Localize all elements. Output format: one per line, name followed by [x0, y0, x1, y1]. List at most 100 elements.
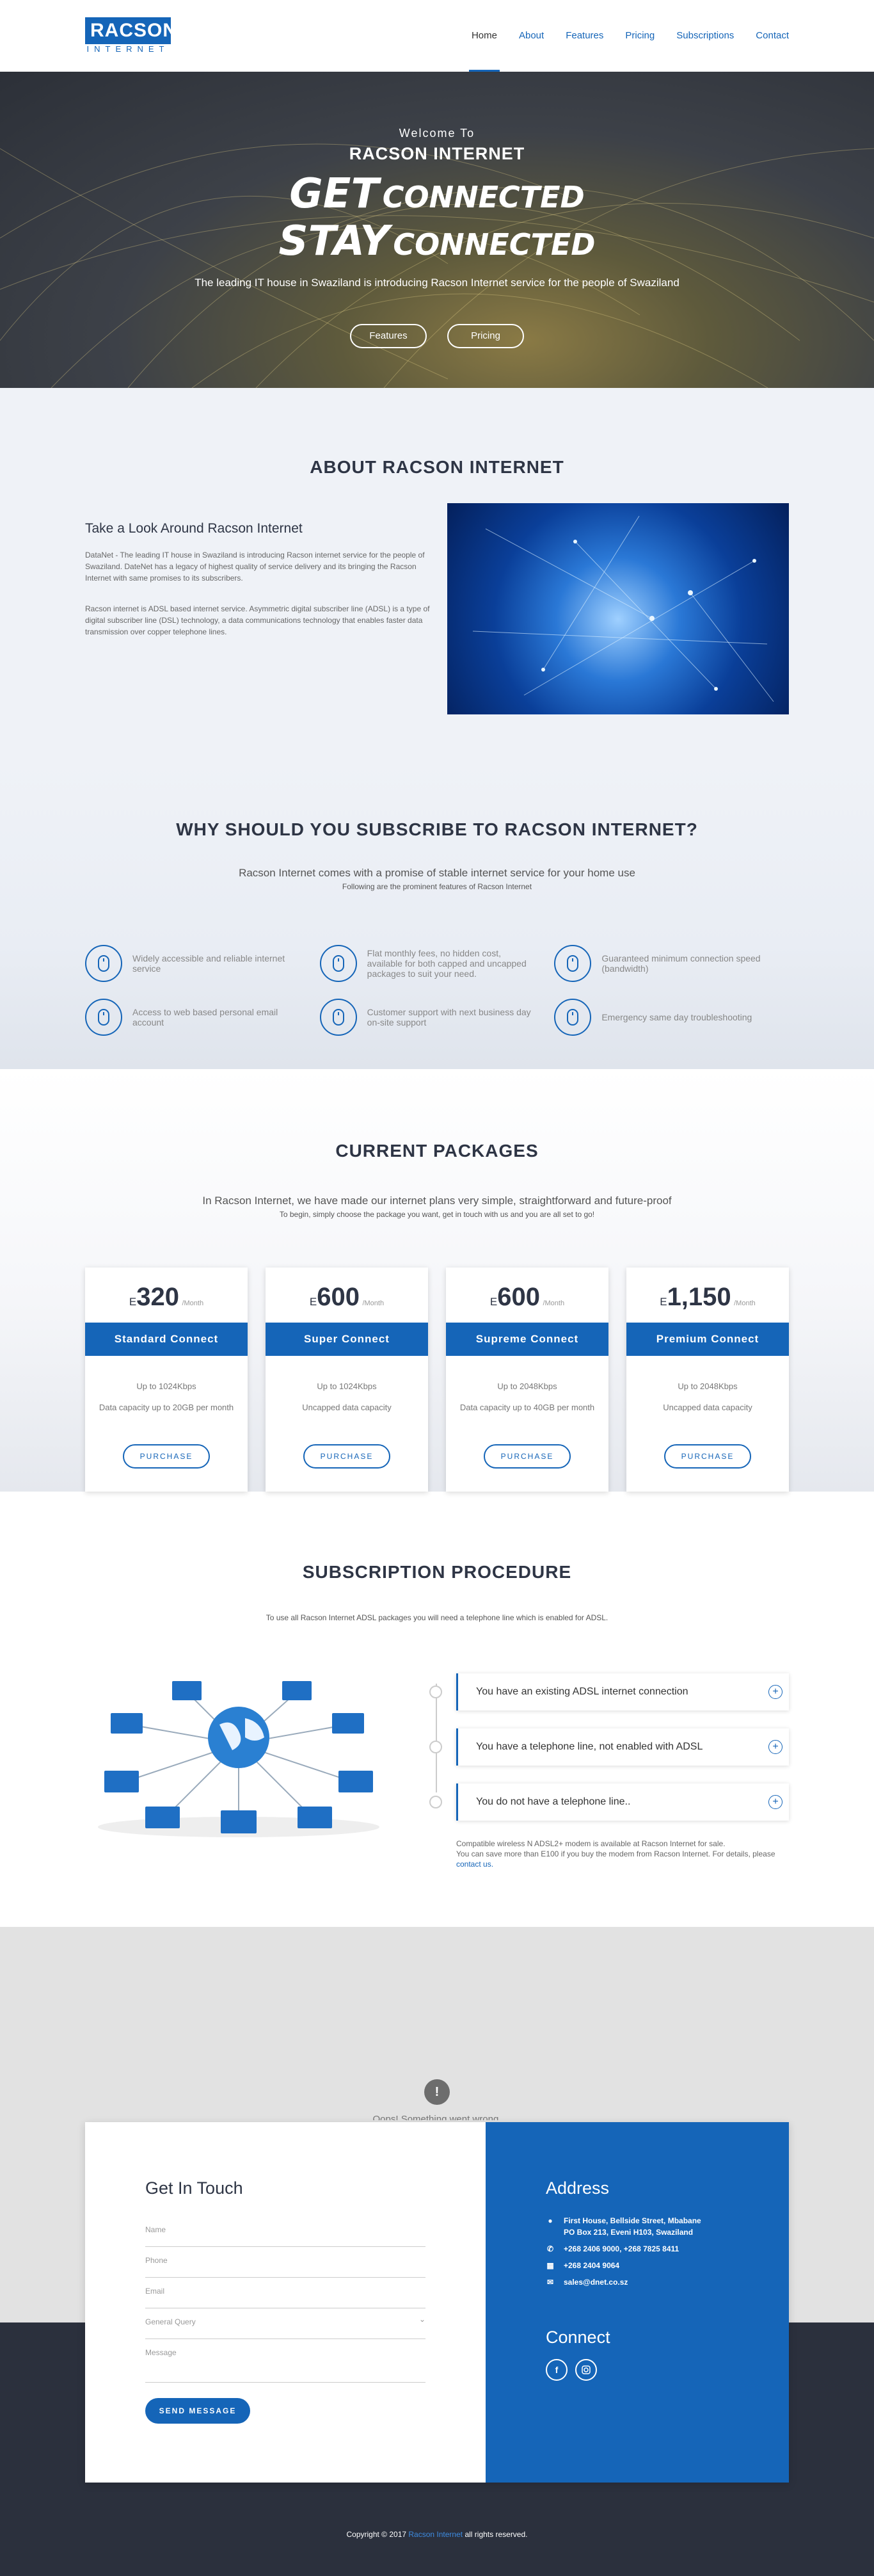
slogan-stay: STAY — [278, 218, 390, 265]
hero-section: Welcome To RACSON INTERNET GET CONNECTED… — [0, 72, 874, 388]
why-title: WHY SHOULD YOU SUBSCRIBE TO RACSON INTER… — [176, 819, 698, 839]
logo-subtext: INTERNET — [86, 44, 170, 54]
subscription-subtitle: To use all Racson Internet ADSL packages… — [266, 1613, 608, 1622]
price-amount: 1,150 — [667, 1283, 731, 1311]
about-heading: Take a Look Around Racson Internet — [85, 521, 303, 536]
plus-icon[interactable]: + — [768, 1740, 783, 1754]
send-message-button[interactable]: SEND MESSAGE — [145, 2398, 250, 2424]
package-name: Standard Connect — [85, 1323, 248, 1356]
purchase-button[interactable]: PURCHASE — [484, 1444, 571, 1469]
hero-brand: RACSON INTERNET — [349, 144, 525, 163]
nav-home[interactable]: Home — [468, 0, 500, 72]
about-title: ABOUT RACSON INTERNET — [310, 457, 564, 477]
alert-message: Oops! Something went wrong. — [372, 2114, 502, 2120]
logo[interactable]: RACSON INTERNET — [85, 17, 177, 54]
purchase-button[interactable]: PURCHASE — [303, 1444, 390, 1469]
fax-number: +268 2404 9064 — [564, 2261, 620, 2270]
address-line-2: PO Box 213, Eveni H103, Swaziland — [564, 2228, 694, 2237]
price-amount: 600 — [497, 1283, 540, 1311]
purchase-button[interactable]: PURCHASE — [123, 1444, 210, 1469]
phone-field[interactable]: Phone — [145, 2252, 425, 2278]
package-capacity: Uncapped data capacity — [302, 1403, 392, 1412]
instagram-icon[interactable] — [575, 2359, 597, 2381]
accordion-option-no-line[interactable]: You do not have a telephone line.. + — [456, 1783, 789, 1821]
currency: E — [129, 1296, 137, 1308]
timeline-dot — [429, 1741, 442, 1753]
mouse-icon — [85, 999, 122, 1036]
copyright-link[interactable]: Racson Internet — [408, 2530, 463, 2539]
subscription-section: SUBSCRIPTION PROCEDURE To use all Racson… — [0, 1492, 874, 1927]
package-speed: Up to 2048Kbps — [678, 1381, 738, 1391]
pricing-button[interactable]: Pricing — [447, 324, 524, 348]
about-section: ABOUT RACSON INTERNET Take a Look Around… — [0, 388, 874, 762]
copyright: Copyright © 2017 Racson Internet all rig… — [0, 2530, 874, 2539]
feature-item: Widely accessible and reliable internet … — [85, 945, 303, 982]
message-field[interactable]: Message — [145, 2344, 425, 2383]
copyright-prefix: Copyright © 2017 — [346, 2530, 407, 2539]
plus-icon[interactable]: + — [768, 1795, 783, 1809]
feature-item: Access to web based personal email accou… — [85, 999, 303, 1036]
price-period: /Month — [543, 1300, 565, 1307]
package-capacity: Uncapped data capacity — [663, 1403, 752, 1412]
modem-note-line-2: You can save more than E100 if you buy t… — [456, 1849, 775, 1858]
phone-numbers: +268 2406 9000, +268 7825 8411 — [564, 2244, 679, 2253]
hero-welcome: Welcome To — [399, 127, 475, 140]
packages-subtitle-2: To begin, simply choose the package you … — [279, 1210, 595, 1219]
feature-text: Access to web based personal email accou… — [132, 1007, 278, 1027]
nav-contact[interactable]: Contact — [756, 0, 789, 72]
purchase-button[interactable]: PURCHASE — [664, 1444, 751, 1469]
network-illustration — [85, 1673, 392, 1840]
main-nav: Home About Features Pricing Subscription… — [468, 0, 789, 72]
accordion-option-existing-adsl[interactable]: You have an existing ADSL internet conne… — [456, 1673, 789, 1711]
feature-text: Flat monthly fees, no hidden cost, avail… — [367, 948, 527, 979]
features-button[interactable]: Features — [350, 324, 427, 348]
feature-text: Customer support with next business day … — [367, 1007, 531, 1027]
hero-lead: The leading IT house in Swaziland is int… — [195, 277, 679, 289]
currency: E — [660, 1296, 667, 1308]
fax-icon: ▦ — [546, 2261, 554, 2270]
plus-icon[interactable]: + — [768, 1685, 783, 1699]
feature-item: Flat monthly fees, no hidden cost, avail… — [319, 945, 537, 982]
feature-text: Widely accessible and reliable internet … — [132, 953, 285, 974]
option-label: You have a telephone line, not enabled w… — [476, 1741, 703, 1752]
package-capacity: Data capacity up to 20GB per month — [99, 1403, 234, 1412]
package-card: E1,150 /Month Premium Connect Up to 2048… — [626, 1268, 789, 1492]
feature-item: Customer support with next business day … — [319, 999, 537, 1036]
accordion-option-line-not-enabled[interactable]: You have a telephone line, not enabled w… — [456, 1728, 789, 1766]
nav-pricing[interactable]: Pricing — [625, 0, 655, 72]
about-paragraph-2: Racson internet is ADSL based internet s… — [85, 604, 430, 636]
phone-icon: ✆ — [546, 2244, 554, 2253]
timeline-dot — [429, 1686, 442, 1698]
email-address[interactable]: sales@dnet.co.sz — [564, 2276, 628, 2288]
name-field[interactable]: Name — [145, 2221, 425, 2247]
feature-text: Emergency same day troubleshooting — [601, 1012, 752, 1022]
price-period: /Month — [734, 1300, 756, 1307]
package-name: Premium Connect — [626, 1323, 789, 1356]
feature-item: Guaranteed minimum connection speed (ban… — [554, 945, 772, 982]
feature-item: Emergency same day troubleshooting — [554, 999, 772, 1036]
modem-note-line-1: Compatible wireless N ADSL2+ modem is av… — [456, 1839, 726, 1848]
facebook-icon[interactable]: f — [546, 2359, 568, 2381]
nav-features[interactable]: Features — [566, 0, 603, 72]
package-price: E600 /Month — [266, 1268, 428, 1323]
mouse-icon — [554, 999, 592, 1036]
contact-us-link[interactable]: contact us. — [456, 1860, 493, 1869]
email-field[interactable]: Email — [145, 2283, 425, 2308]
package-name: Super Connect — [266, 1323, 428, 1356]
nav-about[interactable]: About — [519, 0, 544, 72]
package-price: E600 /Month — [446, 1268, 608, 1323]
about-paragraph-1: DataNet - The leading IT house in Swazil… — [85, 551, 425, 583]
option-label: You have an existing ADSL internet conne… — [476, 1686, 688, 1697]
packages-subtitle: In Racson Internet, we have made our int… — [202, 1195, 672, 1207]
connect-title: Connect — [546, 2328, 610, 2347]
currency: E — [309, 1296, 317, 1308]
package-speed: Up to 1024Kbps — [136, 1381, 196, 1391]
envelope-icon: ✉ — [546, 2278, 554, 2287]
package-name: Supreme Connect — [446, 1323, 608, 1356]
map-pin-icon: ● — [548, 2216, 553, 2225]
why-subtitle-2: Following are the prominent features of … — [342, 882, 532, 891]
query-select[interactable]: General Query — [145, 2314, 425, 2339]
nav-subscriptions[interactable]: Subscriptions — [676, 0, 734, 72]
address-line-1: First House, Bellside Street, Mbabane — [564, 2216, 701, 2225]
mouse-icon — [319, 945, 357, 982]
